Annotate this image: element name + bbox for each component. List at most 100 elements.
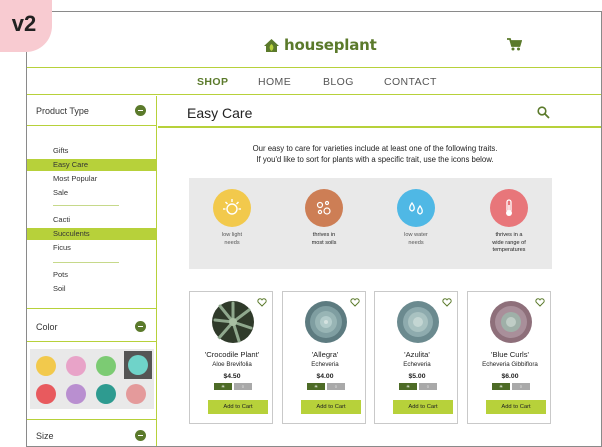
version-badge: v2 [0, 0, 52, 52]
product-card[interactable]: 'Allegra' Echeveria $4.00 ☀ ○ Add to Cart [282, 291, 366, 424]
sun-icon [213, 189, 251, 227]
product-price: $5.00 [408, 373, 426, 380]
trait-label: most soils [311, 239, 337, 246]
size-header[interactable]: Size [27, 419, 157, 446]
trait-low-water[interactable]: low water needs [376, 189, 456, 247]
trait-tag-light: ☀ [307, 383, 325, 390]
swatch-turquoise[interactable] [128, 355, 148, 375]
product-price: $4.50 [223, 373, 241, 380]
category-gifts[interactable]: Gifts [27, 145, 157, 157]
nav-contact[interactable]: CONTACT [384, 76, 437, 88]
swatch-red[interactable] [36, 384, 56, 404]
color-swatches [30, 349, 154, 409]
trait-tag-light: ☀ [399, 383, 417, 390]
product-name[interactable]: 'Crocodile Plant' [190, 350, 274, 359]
collapse-size-icon[interactable] [135, 430, 146, 441]
soil-icon [305, 189, 343, 227]
logo[interactable]: houseplant [263, 36, 377, 54]
intro-line-1: Our easy to care for varieties include a… [252, 144, 498, 153]
color-header[interactable]: Color [27, 308, 157, 342]
add-to-cart-button[interactable]: Add to Cart [393, 400, 453, 414]
category-pots[interactable]: Pots [27, 269, 157, 281]
trait-label: wide range of [492, 239, 526, 246]
product-scientific-name: Echeveria [403, 361, 431, 368]
intro-text: Our easy to care for varieties include a… [205, 143, 545, 165]
nav-shop[interactable]: SHOP [197, 76, 228, 88]
nav-blog[interactable]: BLOG [323, 76, 354, 88]
add-to-cart-button[interactable]: Add to Cart [208, 400, 268, 414]
trait-label: thrives in a [495, 232, 523, 238]
product-name[interactable]: 'Allegra' [283, 350, 367, 359]
divider [53, 205, 119, 206]
category-most-popular[interactable]: Most Popular [27, 173, 157, 185]
search-icon[interactable] [537, 106, 550, 124]
product-scientific-name: Echeveria Gibbiflora [482, 361, 538, 368]
product-type-header[interactable]: Product Type [27, 96, 157, 126]
swatch-purple[interactable] [66, 384, 86, 404]
plant-image [305, 301, 347, 343]
trait-wide-temperatures[interactable]: thrives in a wide range of temperatures [469, 189, 549, 255]
trait-tag-soil: ○ [512, 383, 530, 390]
water-icon [397, 189, 435, 227]
heart-icon[interactable] [350, 298, 360, 307]
trait-label: needs [408, 239, 424, 246]
category-ficus[interactable]: Ficus [27, 242, 157, 254]
category-easy-care[interactable]: Easy Care [27, 159, 157, 171]
product-type-title: Product Type [36, 106, 89, 116]
product-name[interactable]: 'Azulita' [375, 350, 459, 359]
trait-label: low light [221, 232, 243, 238]
swatch-teal[interactable] [96, 384, 116, 404]
trait-tag-soil: ○ [419, 383, 437, 390]
product-name[interactable]: 'Blue Curls' [468, 350, 552, 359]
trait-label: temperatures [492, 247, 526, 253]
traits-panel: low light needs thrives in most soils lo… [189, 178, 552, 269]
heart-icon[interactable] [535, 298, 545, 307]
product-price: $6.00 [501, 373, 519, 380]
category-succulents[interactable]: Succulents [27, 228, 157, 240]
browser-frame: houseplant SHOP HOME BLOG CONTACT Produc… [26, 11, 602, 447]
main-nav: SHOP HOME BLOG CONTACT [27, 69, 601, 95]
page: v2 houseplant SHOP HOME BLOG CONTACT Pro… [0, 0, 602, 447]
divider [53, 262, 119, 263]
heart-icon[interactable] [257, 298, 267, 307]
size-title: Size [36, 431, 54, 441]
plant-image [212, 301, 254, 343]
product-card[interactable]: 'Azulita' Echeveria $5.00 ☀ ○ Add to Cart [374, 291, 458, 424]
collapse-product-type-icon[interactable] [135, 105, 146, 116]
swatch-rose[interactable] [126, 384, 146, 404]
product-scientific-name: Echeveria [311, 361, 339, 368]
swatch-pink[interactable] [66, 356, 86, 376]
page-title: Easy Care [187, 105, 253, 121]
collapse-color-icon[interactable] [135, 321, 146, 332]
heart-icon[interactable] [442, 298, 452, 307]
trait-low-light[interactable]: low light needs [192, 189, 272, 247]
plant-image [397, 301, 439, 343]
nav-home[interactable]: HOME [258, 76, 291, 88]
site-header: houseplant [27, 12, 601, 68]
trait-most-soils[interactable]: thrives in most soils [284, 189, 364, 247]
product-card[interactable]: 'Blue Curls' Echeveria Gibbiflora $6.00 … [467, 291, 551, 424]
cart-icon[interactable] [507, 38, 523, 56]
product-card[interactable]: 'Crocodile Plant' Aloe Brevifolia $4.50 … [189, 291, 273, 424]
swatch-green[interactable] [96, 356, 116, 376]
category-sale[interactable]: Sale [27, 187, 157, 199]
trait-label: low water [404, 232, 428, 238]
intro-line-2: If you'd like to sort for plants with a … [256, 155, 494, 164]
category-soil[interactable]: Soil [27, 283, 157, 295]
trait-label: thrives in [312, 232, 336, 238]
title-divider [158, 126, 601, 128]
product-scientific-name: Aloe Brevifolia [212, 361, 252, 368]
plant-image [490, 301, 532, 343]
swatch-yellow[interactable] [36, 356, 56, 376]
category-cacti[interactable]: Cacti [27, 214, 157, 226]
house-leaf-icon [264, 38, 279, 52]
trait-tag-light: ☀ [214, 383, 232, 390]
logo-text: houseplant [284, 36, 377, 54]
trait-tag-light: ☀ [492, 383, 510, 390]
trait-tag-soil: ○ [234, 383, 252, 390]
trait-label: needs [224, 239, 240, 246]
add-to-cart-button[interactable]: Add to Cart [301, 400, 361, 414]
color-title: Color [36, 322, 58, 332]
product-price: $4.00 [316, 373, 334, 380]
add-to-cart-button[interactable]: Add to Cart [486, 400, 546, 414]
